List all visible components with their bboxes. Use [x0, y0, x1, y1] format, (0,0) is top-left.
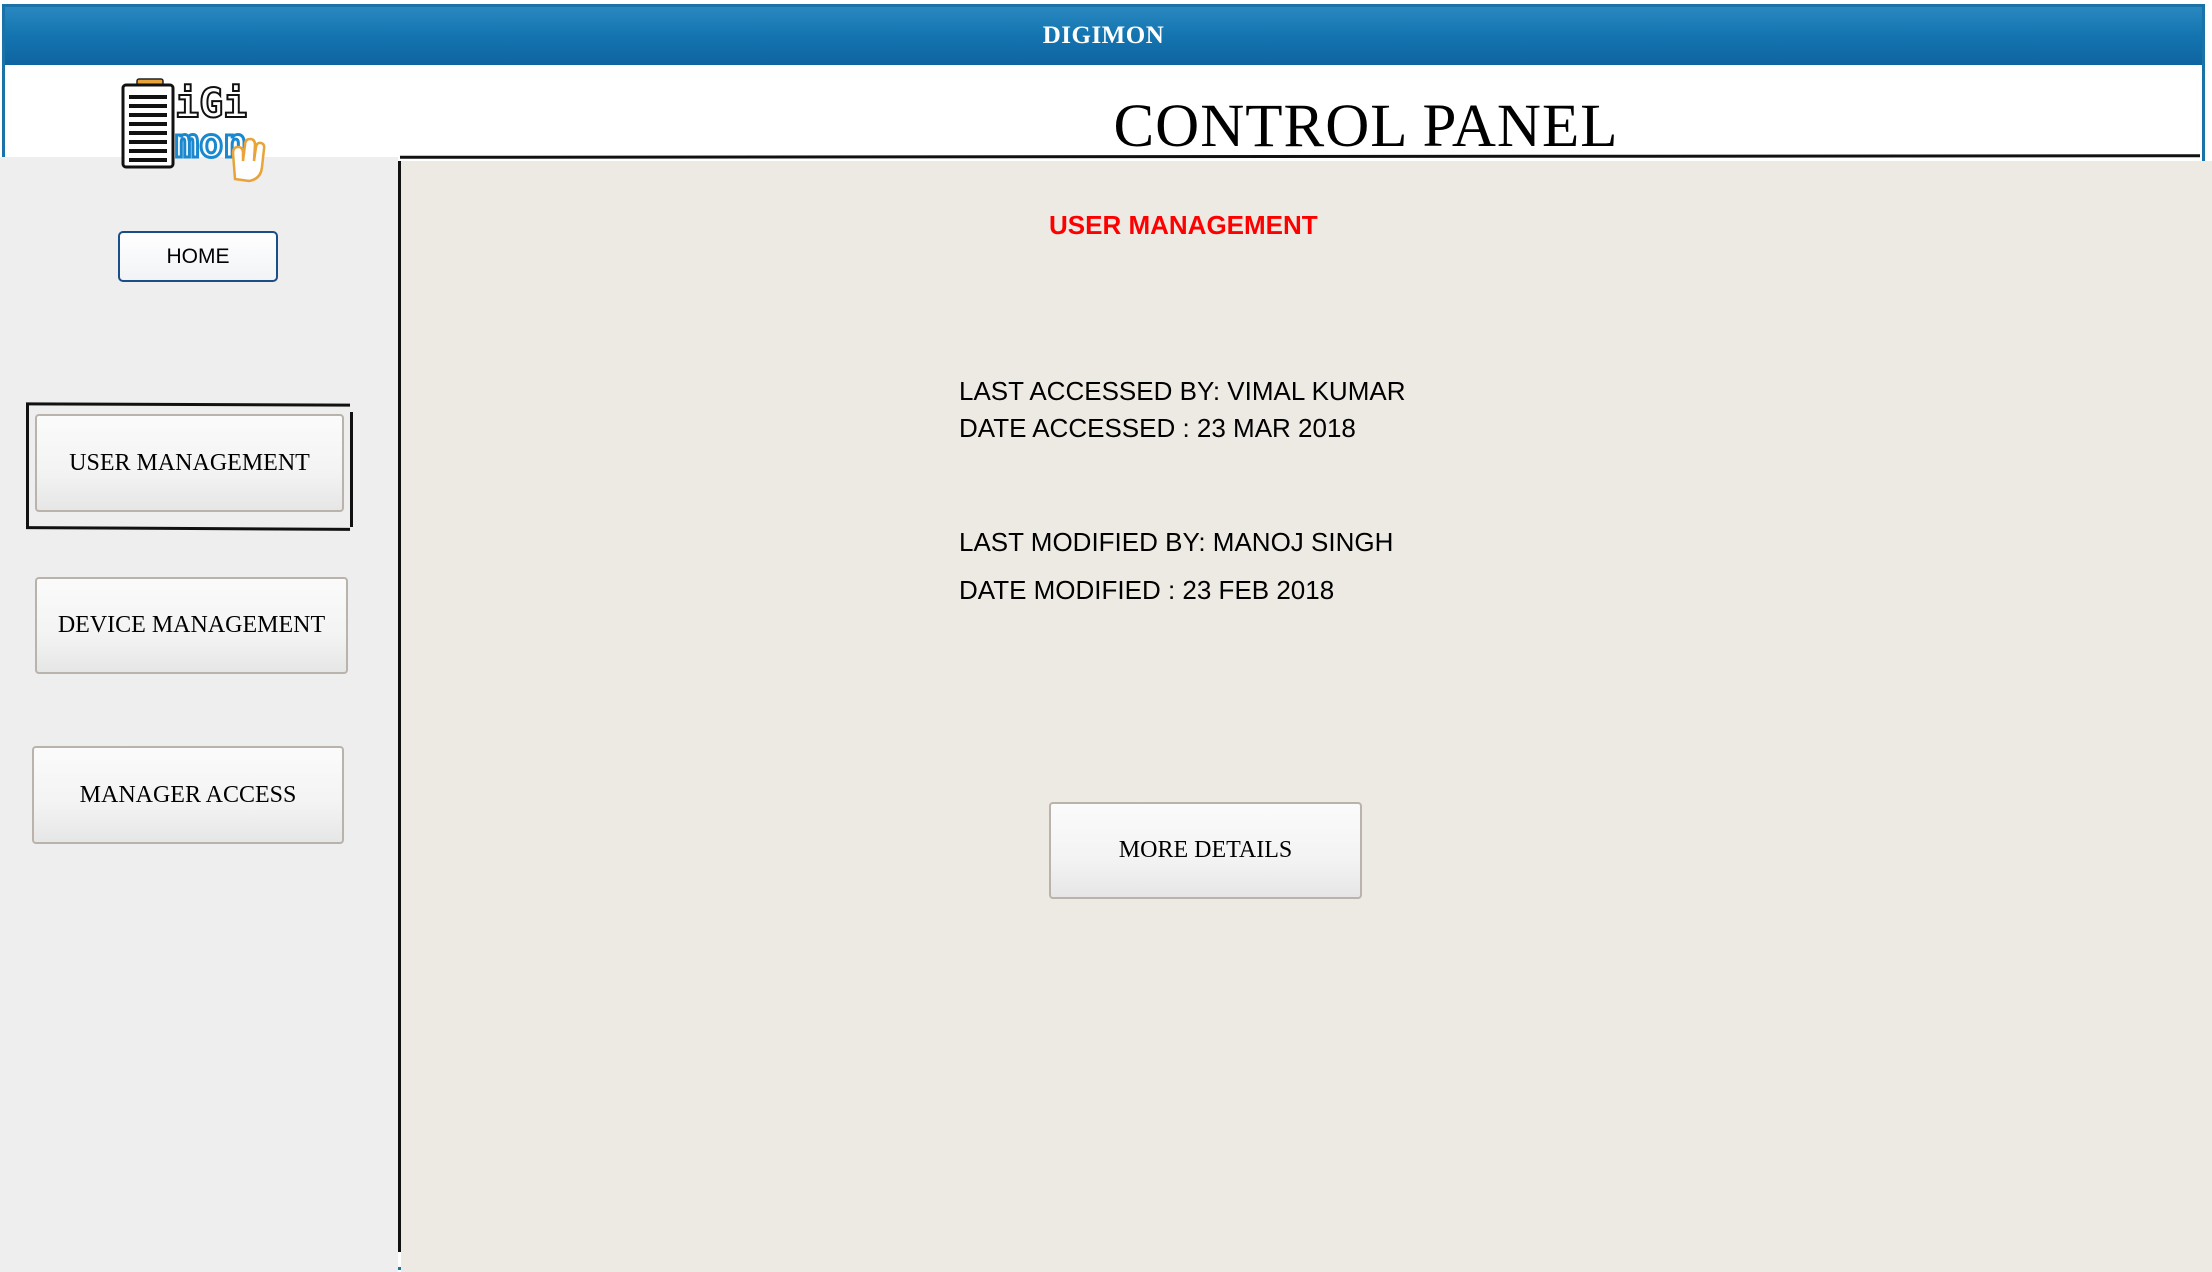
digimon-logo: iGi mon [121, 78, 266, 183]
selection-frame-right [350, 412, 353, 527]
selection-frame-left [26, 403, 29, 527]
user-management-button[interactable]: USER MANAGEMENT [35, 414, 344, 512]
manager-access-button[interactable]: MANAGER ACCESS [32, 746, 344, 844]
more-details-button[interactable]: MORE DETAILS [1049, 802, 1362, 899]
device-management-button[interactable]: DEVICE MANAGEMENT [35, 577, 348, 674]
last-accessed-text: LAST ACCESSED BY: VIMAL KUMAR [959, 376, 1406, 406]
home-button[interactable]: HOME [118, 231, 278, 282]
window-titlebar: DIGIMON [5, 7, 2202, 65]
page-title: CONTROL PANEL [1113, 93, 1619, 160]
main-panel [401, 161, 2212, 1272]
section-title: USER MANAGEMENT [1049, 210, 1318, 240]
sidebar [0, 157, 398, 1272]
last-modified-text: LAST MODIFIED BY: MANOJ SINGH [959, 527, 1394, 557]
date-accessed-text: DATE ACCESSED : 23 MAR 2018 [959, 413, 1356, 443]
date-modified-text: DATE MODIFIED : 23 FEB 2018 [959, 575, 1335, 605]
sidebar-divider [398, 161, 401, 1252]
